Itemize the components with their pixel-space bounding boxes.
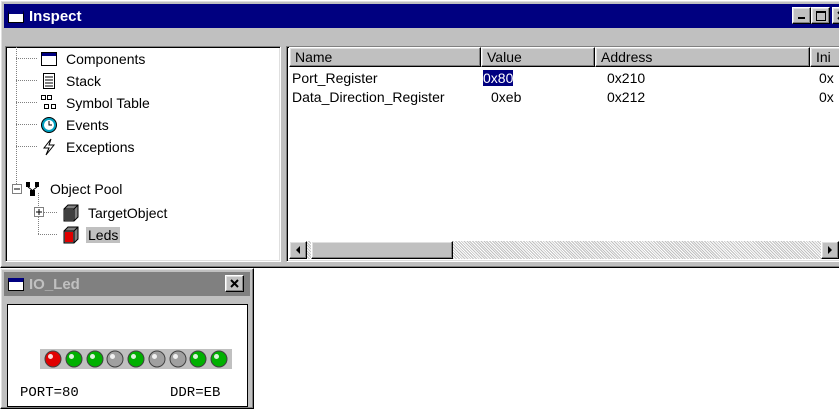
inspect-titlebar[interactable]: Inspect <box>4 4 839 28</box>
cell-address: 0x212 <box>607 89 646 105</box>
column-header-address[interactable]: Address <box>595 47 810 67</box>
horizontal-scrollbar[interactable] <box>289 241 839 259</box>
io-led-titlebar[interactable]: IO_Led <box>4 272 250 296</box>
tree-item-label: TargetObject <box>88 205 168 221</box>
minimize-button[interactable] <box>792 7 811 24</box>
led-green-icon <box>210 350 228 368</box>
tree-item-events[interactable]: Events <box>40 114 111 136</box>
window-icon <box>41 52 57 66</box>
cube-gray-icon <box>63 204 79 222</box>
led-green-icon <box>127 350 145 368</box>
maximize-icon <box>815 10 826 21</box>
expand-targetobject-icon <box>34 207 44 217</box>
tree-item-label: Symbol Table <box>66 95 150 111</box>
window-icon <box>8 277 24 291</box>
inspect-title: Inspect <box>29 7 82 25</box>
stack-icon <box>43 73 55 89</box>
led-green-icon <box>189 350 207 368</box>
close-icon <box>230 279 239 288</box>
io-led-window: IO_Led PORT=80 DDR=EB <box>0 268 254 409</box>
column-header-value[interactable]: Value <box>481 47 595 67</box>
tree-item-components[interactable]: Components <box>40 48 147 70</box>
led-red-icon <box>44 350 62 368</box>
cell-name: Data_Direction_Register <box>292 89 445 105</box>
tree-item-leds[interactable]: Leds <box>62 224 121 246</box>
maximize-button[interactable] <box>811 7 830 24</box>
tree-item-label: Events <box>66 117 109 133</box>
led-green-icon <box>65 350 83 368</box>
window-icon <box>8 9 24 23</box>
symbol-table-icon <box>41 95 56 109</box>
tree-item-label: Object Pool <box>50 181 123 197</box>
ddr-value: DDR=EB <box>170 385 221 401</box>
tree-item-label: Exceptions <box>66 139 135 155</box>
column-header-name[interactable]: Name <box>289 47 481 67</box>
arrow-right-icon <box>828 246 832 254</box>
cube-red-icon <box>63 226 79 244</box>
tree-item-exceptions[interactable]: Exceptions <box>40 136 136 158</box>
io-led-title: IO_Led <box>29 275 80 293</box>
close-button[interactable] <box>225 275 244 292</box>
inspect-window: Inspect Components Stack Symbol Table Ev… <box>0 0 839 268</box>
arrow-left-icon <box>296 246 300 254</box>
minimize-icon <box>798 17 805 19</box>
close-button[interactable] <box>832 7 839 24</box>
clock-icon <box>41 117 57 133</box>
tree-item-label: Components <box>66 51 146 67</box>
cell-address: 0x210 <box>607 70 646 86</box>
cell-ini: 0x <box>819 89 834 105</box>
scroll-left-button[interactable] <box>289 241 307 259</box>
properties-list[interactable]: Name Value Address Ini Port_Register 0x8… <box>286 46 839 262</box>
led-green-icon <box>86 350 103 368</box>
lightning-icon <box>42 138 56 156</box>
tree-item-object-pool[interactable]: Object Pool <box>24 178 124 200</box>
led-strip <box>40 349 232 369</box>
column-header-ini[interactable]: Ini <box>810 47 839 67</box>
tree-item-symbol-table[interactable]: Symbol Table <box>40 92 152 114</box>
led-panel: PORT=80 DDR=EB <box>7 304 248 407</box>
cell-value[interactable]: 0x80 <box>483 69 514 87</box>
scrollbar-thumb[interactable] <box>311 241 453 259</box>
led-gray-icon <box>169 350 186 368</box>
led-gray-icon <box>148 350 166 368</box>
collapse-object-pool-icon <box>12 184 22 194</box>
tree-item-targetobject[interactable]: TargetObject <box>62 202 169 224</box>
cell-ini: 0x <box>819 70 834 86</box>
tree-item-label: Stack <box>66 73 102 89</box>
port-value: PORT=80 <box>20 385 79 401</box>
led-gray-icon <box>106 350 124 368</box>
tree-item-label: Leds <box>86 227 121 243</box>
object-pool-icon <box>26 182 39 196</box>
cell-name: Port_Register <box>292 70 378 86</box>
cell-value: 0xeb <box>491 89 522 105</box>
tree-item-stack[interactable]: Stack <box>40 70 103 92</box>
object-tree[interactable]: Components Stack Symbol Table Events Exc… <box>5 46 281 262</box>
scroll-right-button[interactable] <box>821 241 839 259</box>
